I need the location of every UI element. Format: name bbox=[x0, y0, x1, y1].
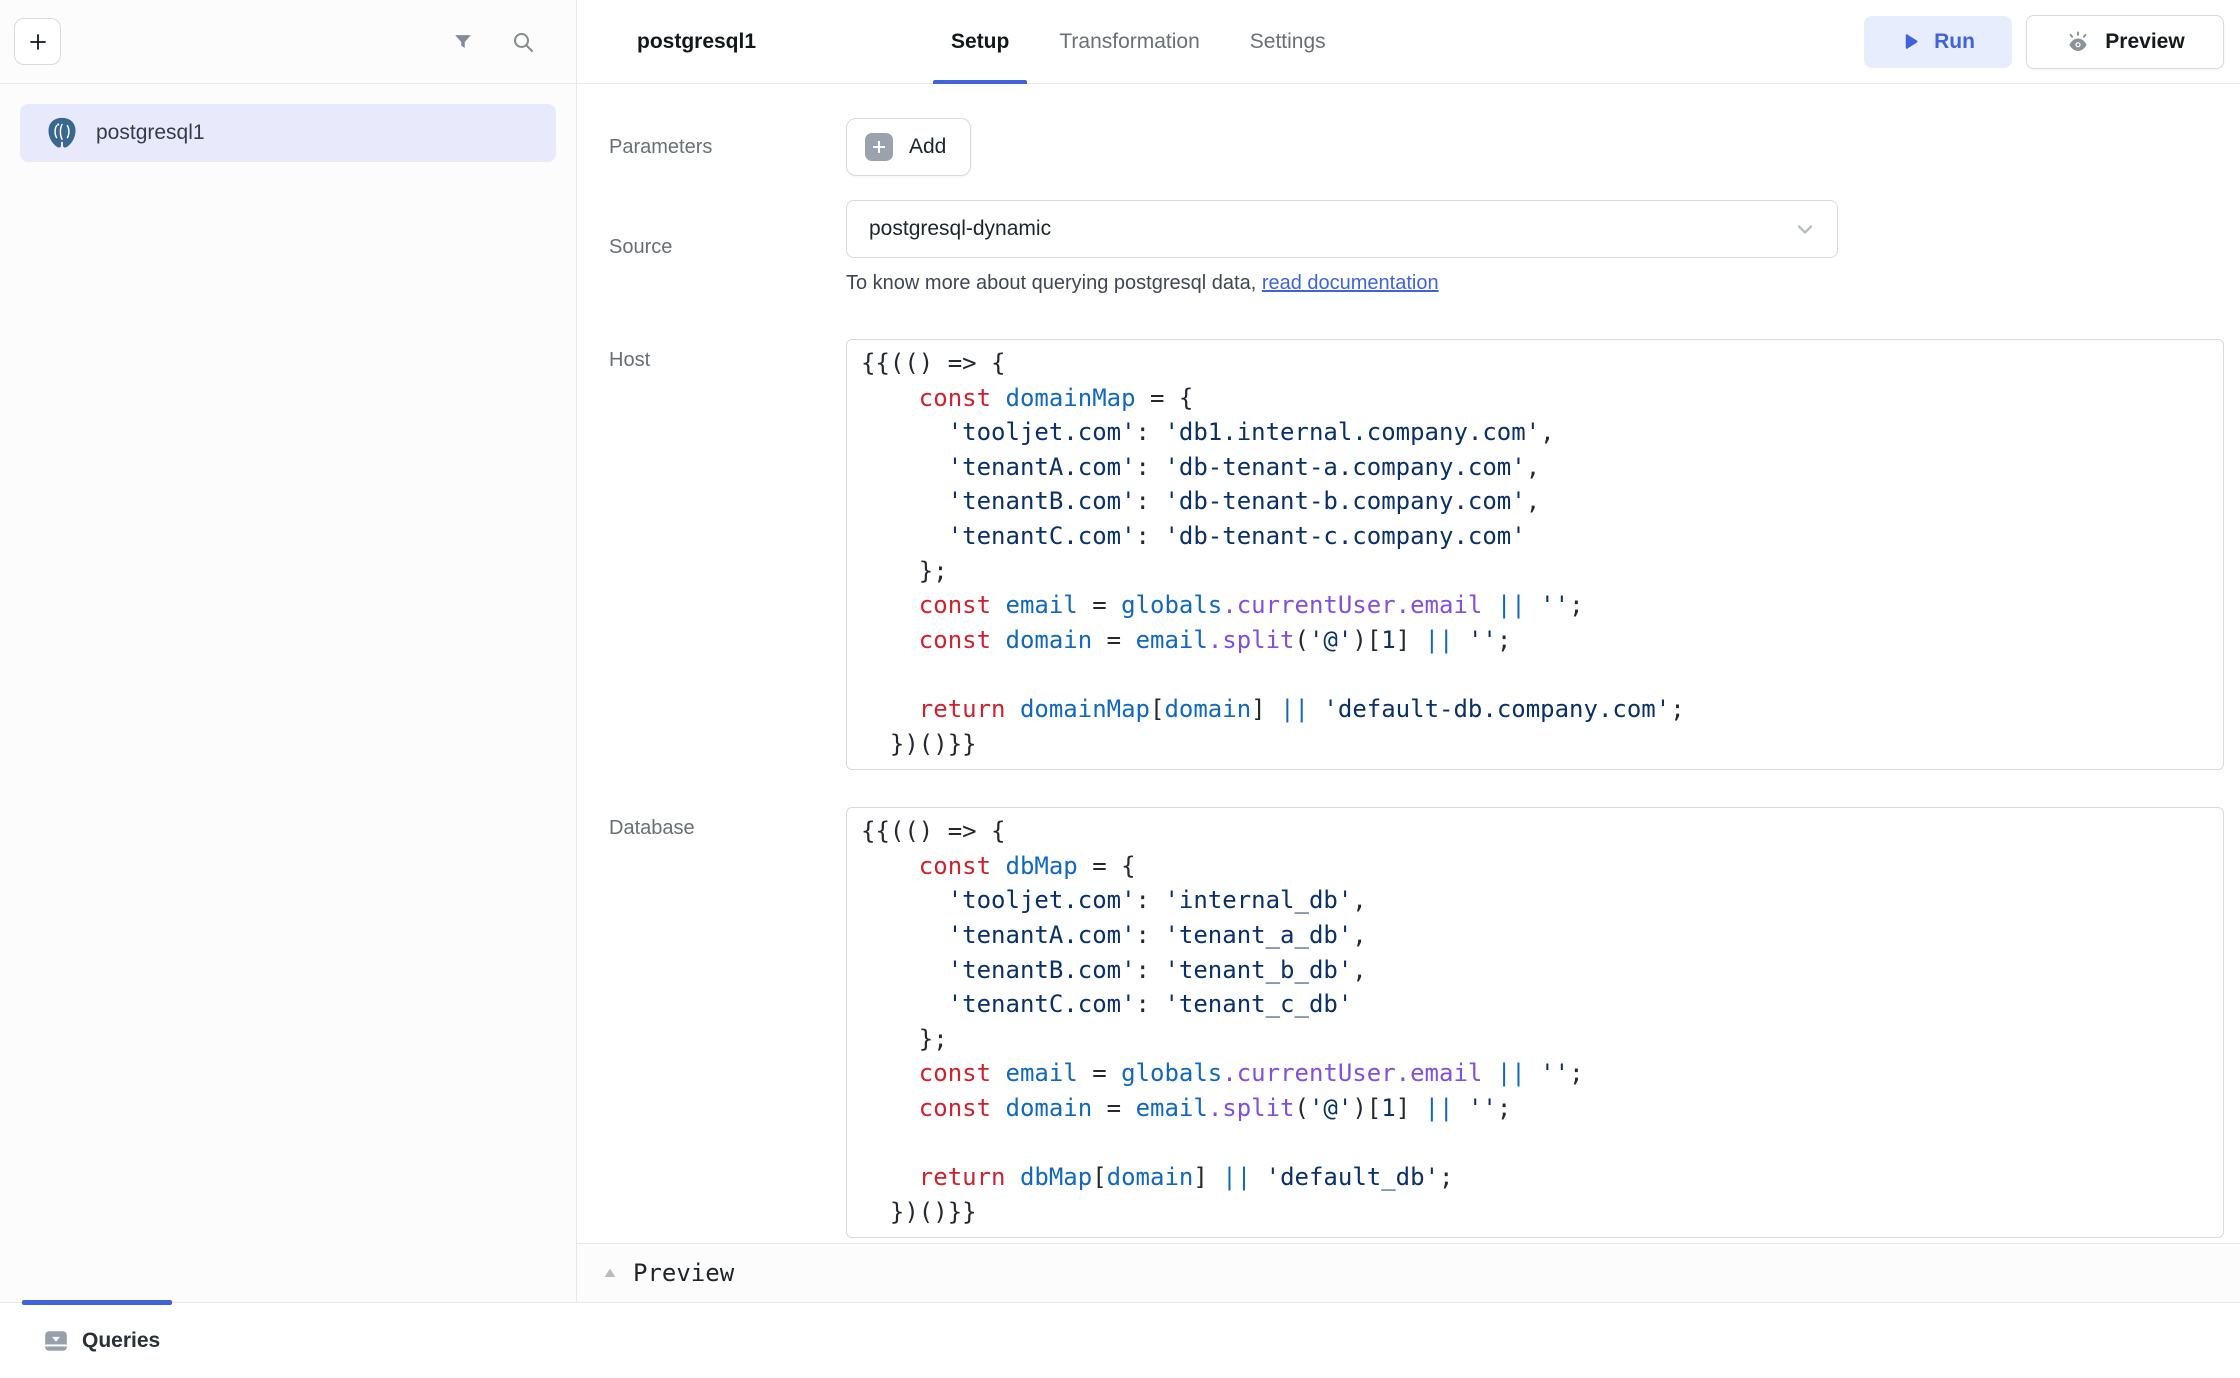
queries-panel-label: Queries bbox=[82, 1329, 160, 1353]
read-documentation-link[interactable]: read documentation bbox=[1262, 272, 1439, 294]
chevron-down-icon bbox=[1793, 217, 1817, 241]
queries-icon bbox=[43, 1328, 69, 1354]
plus-icon bbox=[26, 30, 50, 54]
add-parameter-label: Add bbox=[909, 135, 946, 159]
filter-button[interactable] bbox=[450, 29, 476, 55]
eye-icon bbox=[2065, 29, 2091, 55]
setup-panel: Parameters Add Source postgresql-dynamic bbox=[577, 84, 2240, 1243]
source-select[interactable]: postgresql-dynamic bbox=[846, 200, 1838, 258]
plus-square-icon bbox=[865, 133, 893, 161]
postgresql-icon bbox=[44, 115, 80, 151]
host-code-editor[interactable]: {{(() => { const domainMap = { 'tooljet.… bbox=[846, 339, 2224, 770]
content-row: postgresql1 postgresql1 Setup Transforma… bbox=[0, 0, 2240, 1302]
database-code-editor[interactable]: {{(() => { const dbMap = { 'tooljet.com'… bbox=[846, 807, 2224, 1238]
query-item-label: postgresql1 bbox=[96, 121, 205, 145]
parameters-label: Parameters bbox=[609, 136, 846, 159]
search-button[interactable] bbox=[510, 29, 536, 55]
source-helper-prefix: To know more about querying postgresql d… bbox=[846, 272, 1262, 294]
query-list-item-postgresql1[interactable]: postgresql1 bbox=[20, 104, 556, 162]
query-list: postgresql1 bbox=[0, 84, 576, 182]
query-editor-header: postgresql1 Setup Transformation Setting… bbox=[577, 0, 2240, 84]
preview-button[interactable]: Preview bbox=[2026, 15, 2224, 69]
source-select-value: postgresql-dynamic bbox=[869, 217, 1051, 241]
query-title: postgresql1 bbox=[637, 30, 756, 54]
tab-transformation[interactable]: Transformation bbox=[1057, 0, 1201, 84]
sidebar-toolbar-icons bbox=[450, 29, 536, 55]
parameters-row: Parameters Add bbox=[609, 118, 2224, 176]
collapse-triangle-icon bbox=[603, 1267, 617, 1279]
source-label: Source bbox=[609, 236, 846, 259]
run-button-label: Run bbox=[1934, 30, 1975, 54]
host-row: Host {{(() => { const domainMap = { 'too… bbox=[609, 339, 2224, 770]
preview-panel-label: Preview bbox=[633, 1259, 734, 1287]
query-editor-app: postgresql1 postgresql1 Setup Transforma… bbox=[0, 0, 2240, 1378]
host-label: Host bbox=[609, 339, 846, 372]
header-actions: Run Preview bbox=[1864, 15, 2224, 69]
queries-panel-button[interactable]: Queries bbox=[43, 1328, 160, 1354]
database-row: Database {{(() => { const dbMap = { 'too… bbox=[609, 807, 2224, 1238]
database-label: Database bbox=[609, 807, 846, 840]
run-button[interactable]: Run bbox=[1864, 16, 2012, 68]
editor-tabs: Setup Transformation Settings bbox=[949, 0, 1328, 84]
add-query-button[interactable] bbox=[14, 18, 61, 65]
tab-settings[interactable]: Settings bbox=[1248, 0, 1328, 84]
bottom-bar: Queries bbox=[0, 1302, 2240, 1378]
queries-active-indicator bbox=[22, 1300, 172, 1305]
play-icon bbox=[1901, 32, 1920, 51]
filter-icon bbox=[452, 31, 474, 53]
source-helper-text: To know more about querying postgresql d… bbox=[846, 272, 2224, 295]
search-icon bbox=[511, 30, 535, 54]
query-list-sidebar: postgresql1 bbox=[0, 0, 577, 1302]
source-row: Source postgresql-dynamic To know more a… bbox=[609, 200, 2224, 295]
query-editor-main: postgresql1 Setup Transformation Setting… bbox=[577, 0, 2240, 1302]
preview-panel-toggle[interactable]: Preview bbox=[577, 1243, 2240, 1302]
add-parameter-button[interactable]: Add bbox=[846, 118, 971, 176]
tab-setup[interactable]: Setup bbox=[949, 0, 1011, 84]
sidebar-toolbar bbox=[0, 0, 576, 84]
preview-button-label: Preview bbox=[2105, 30, 2184, 54]
